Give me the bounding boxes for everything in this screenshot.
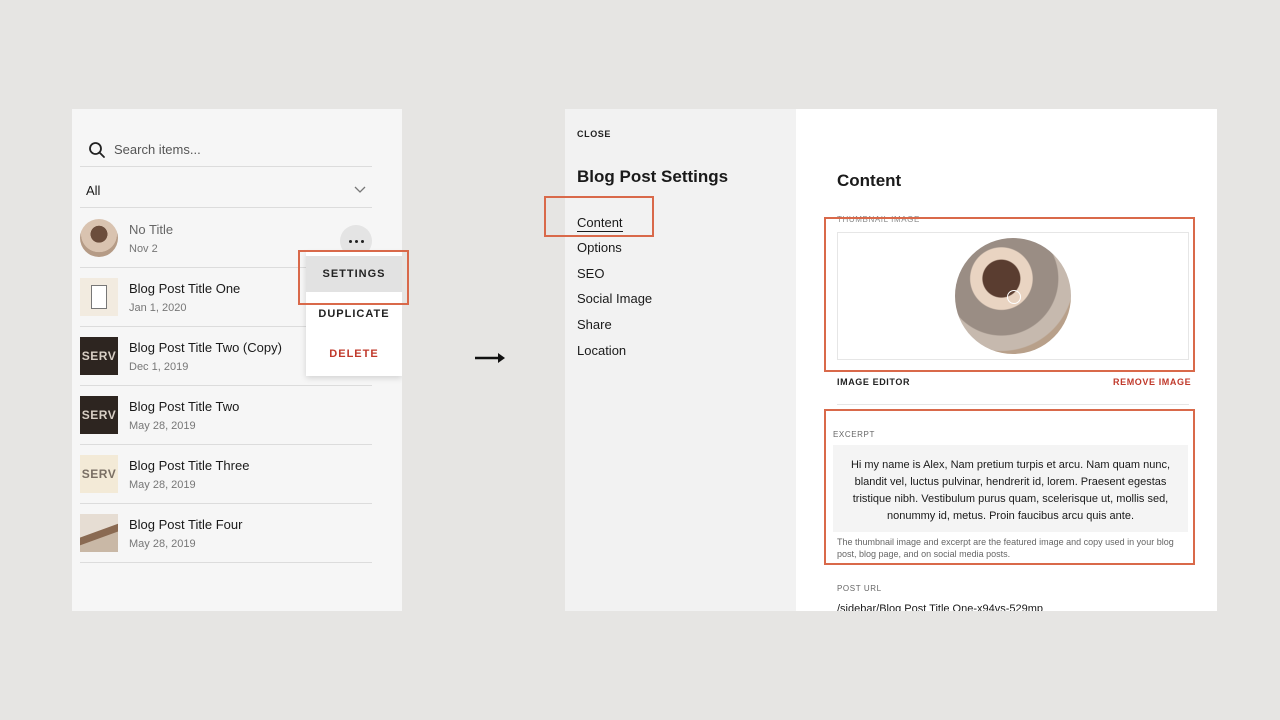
nav-item-location[interactable]: Location	[577, 343, 626, 358]
avatar	[80, 219, 118, 257]
item-date: May 28, 2019	[129, 478, 196, 491]
item-title: Blog Post Title Four	[129, 516, 243, 532]
nav-item-share[interactable]: Share	[577, 317, 612, 332]
ellipsis-icon	[348, 239, 352, 243]
list-item[interactable]: SERV Blog Post Title Two May 28, 2019	[80, 386, 372, 445]
post-thumbnail: SERV	[80, 337, 118, 375]
content-title: Content	[837, 171, 902, 190]
divider	[837, 404, 1189, 405]
close-button[interactable]: CLOSE	[577, 129, 611, 139]
item-title: Blog Post Title Two (Copy)	[129, 339, 282, 355]
filter-label: All	[86, 182, 101, 198]
excerpt-highlight-box	[824, 409, 1195, 565]
post-url-input[interactable]: /sidebar/Blog Post Title One-x94vs-529mp	[837, 603, 1043, 611]
posts-panel: Search items... All No Title Nov 2 Blog …	[72, 109, 402, 611]
post-thumbnail	[80, 278, 118, 316]
nav-item-seo[interactable]: SEO	[577, 266, 604, 281]
search-icon	[89, 141, 105, 158]
nav-item-options[interactable]: Options	[577, 240, 622, 255]
item-date: Jan 1, 2020	[129, 301, 187, 314]
settings-sidebar: CLOSE Blog Post Settings Content Options…	[565, 109, 796, 611]
search-bar[interactable]: Search items...	[80, 133, 372, 167]
item-date: May 28, 2019	[129, 537, 196, 550]
filter-dropdown[interactable]: All	[80, 173, 372, 208]
content-nav-highlight-box	[544, 196, 654, 237]
settings-title: Blog Post Settings	[577, 167, 729, 186]
remove-image-button[interactable]: REMOVE IMAGE	[1113, 377, 1191, 387]
post-thumbnail: SERV	[80, 455, 118, 493]
settings-highlight-box	[298, 250, 409, 305]
nav-item-social-image[interactable]: Social Image	[577, 291, 652, 306]
list-item[interactable]: SERV Blog Post Title Three May 28, 2019	[80, 445, 372, 504]
post-thumbnail	[80, 514, 118, 552]
item-date: Dec 1, 2019	[129, 360, 189, 373]
item-date: Nov 2	[129, 242, 158, 255]
post-thumbnail: SERV	[80, 396, 118, 434]
thumbnail-highlight-box	[824, 217, 1195, 372]
search-input[interactable]: Search items...	[114, 142, 201, 157]
image-editor-button[interactable]: IMAGE EDITOR	[837, 377, 910, 387]
item-title: Blog Post Title Three	[129, 457, 250, 473]
arrow-right-icon	[475, 353, 505, 363]
item-title: No Title	[129, 221, 174, 237]
item-date: May 28, 2019	[129, 419, 196, 432]
item-title: Blog Post Title Two	[129, 398, 240, 414]
list-item[interactable]: Blog Post Title Four May 28, 2019	[80, 504, 372, 563]
delete-menu-item[interactable]: DELETE	[306, 336, 402, 372]
item-title: Blog Post Title One	[129, 280, 241, 296]
chevron-down-icon	[354, 186, 366, 193]
post-url-label: POST URL	[837, 584, 882, 593]
